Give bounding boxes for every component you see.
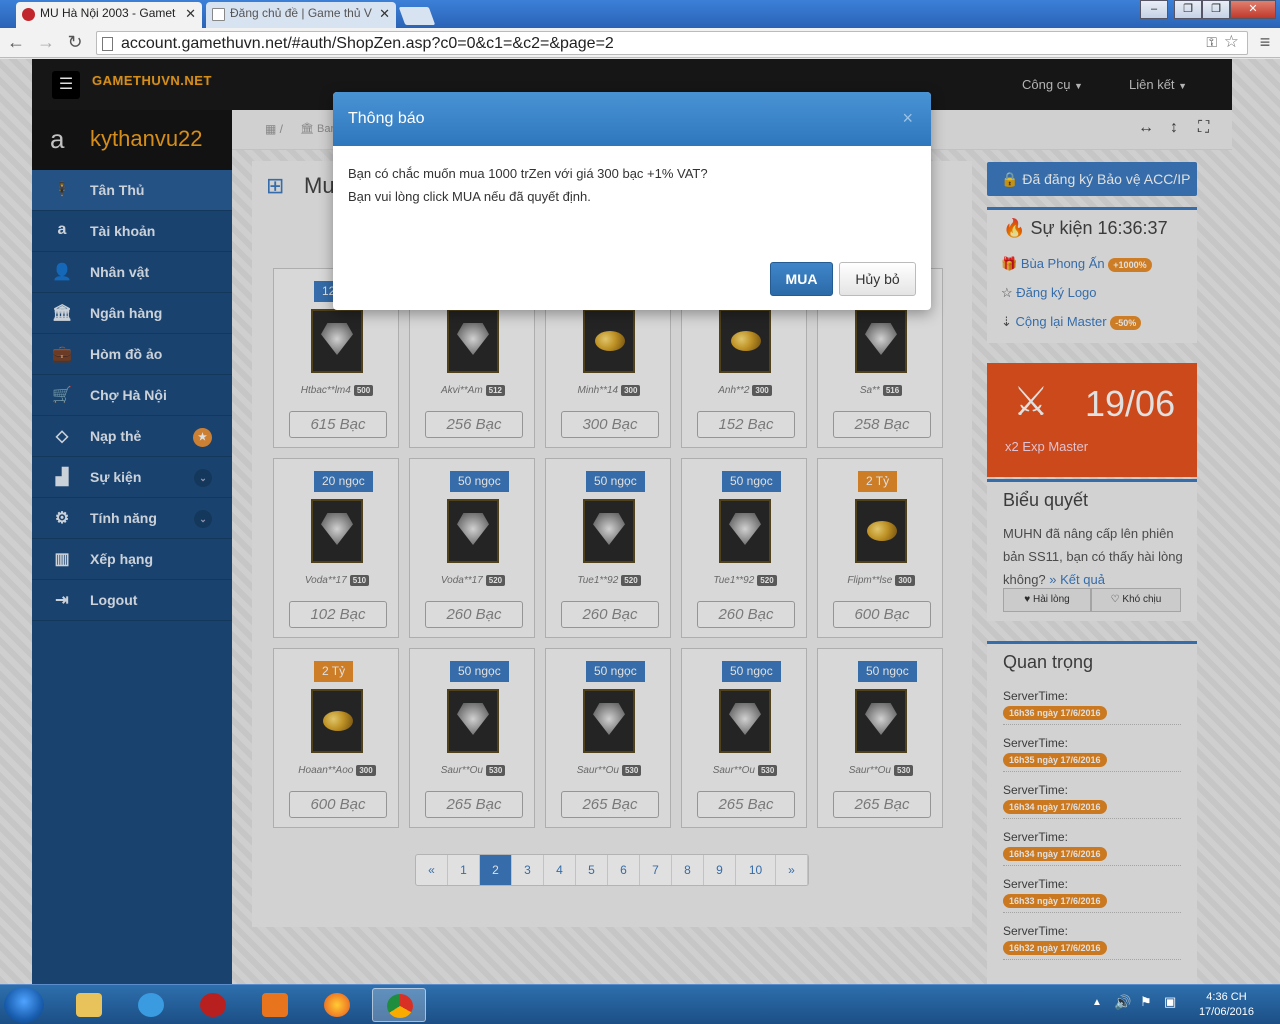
folder-icon xyxy=(76,993,102,1017)
reload-icon[interactable]: ↻ xyxy=(64,31,86,55)
tab-title: MU Hà Nội 2003 - Gamet xyxy=(40,6,176,20)
key-icon[interactable]: ⚿ xyxy=(1206,34,1217,51)
taskbar-firefox[interactable] xyxy=(310,988,364,1022)
address-bar[interactable]: account.gamethuvn.net/#auth/ShopZen.asp?… xyxy=(96,31,1248,55)
tab-title: Đăng chủ đề | Game thủ V xyxy=(230,6,372,20)
media-player-icon xyxy=(262,993,288,1017)
close-window-button[interactable]: ✕ xyxy=(1230,0,1276,19)
modal-body: Bạn có chắc muốn mua 1000 trZen với giá … xyxy=(348,162,708,208)
modal-header: Thông báo × xyxy=(333,92,931,146)
clock-time: 4:36 CH xyxy=(1206,991,1247,1003)
browser-toolbar: ← → ↻ account.gamethuvn.net/#auth/ShopZe… xyxy=(0,28,1280,58)
back-icon[interactable]: ← xyxy=(5,31,27,55)
taskbar-media[interactable] xyxy=(248,988,302,1022)
firefox-icon xyxy=(324,993,350,1017)
browser-tab-strip: MU Hà Nội 2003 - Gamet ✕ Đăng chủ đề | G… xyxy=(0,0,1280,28)
start-button[interactable] xyxy=(4,987,44,1023)
windows-taskbar: ▲ 🔊 ⚑ ▣ 4:36 CH 17/06/2016 xyxy=(0,984,1280,1024)
taskbar-clock[interactable]: 4:36 CH 17/06/2016 xyxy=(1199,990,1254,1020)
menu-icon[interactable]: ≡ xyxy=(1254,31,1276,55)
chrome-icon xyxy=(387,994,413,1018)
minimize-button[interactable]: – xyxy=(1140,0,1168,19)
volume-icon[interactable]: 🔊 xyxy=(1114,994,1131,1011)
bookmark-star-icon[interactable]: ☆ xyxy=(1224,32,1239,52)
mu-game-icon xyxy=(200,993,226,1017)
internet-explorer-icon xyxy=(138,993,164,1017)
taskbar-chrome[interactable] xyxy=(372,988,426,1022)
modal-message-line2: Bạn vui lòng click MUA nếu đã quyết định… xyxy=(348,189,591,204)
tray-arrow-icon[interactable]: ▲ xyxy=(1092,997,1102,1008)
confirm-modal: Thông báo × Bạn có chắc muốn mua 1000 tr… xyxy=(333,92,931,310)
url-text: account.gamethuvn.net/#auth/ShopZen.asp?… xyxy=(121,35,614,52)
flag-icon[interactable]: ⚑ xyxy=(1140,994,1152,1010)
modal-title: Thông báo xyxy=(348,110,425,127)
taskbar-ie[interactable] xyxy=(124,988,178,1022)
page-icon xyxy=(102,37,113,51)
close-tab-icon[interactable]: ✕ xyxy=(379,6,390,22)
modal-message-line1: Bạn có chắc muốn mua 1000 trZen với giá … xyxy=(348,166,708,181)
clock-date: 17/06/2016 xyxy=(1198,1006,1254,1018)
close-icon[interactable]: × xyxy=(902,108,913,129)
new-tab-button[interactable] xyxy=(398,7,436,25)
buy-button[interactable]: MUA xyxy=(770,262,833,296)
browser-tab-active[interactable]: MU Hà Nội 2003 - Gamet ✕ xyxy=(16,2,202,28)
cancel-button[interactable]: Hủy bỏ xyxy=(839,262,916,296)
taskbar-mu[interactable] xyxy=(186,988,240,1022)
close-tab-icon[interactable]: ✕ xyxy=(185,6,196,22)
page-favicon-icon xyxy=(212,8,225,21)
mu-favicon-icon xyxy=(22,8,35,21)
maximize-button[interactable]: ❐ xyxy=(1202,0,1230,19)
taskbar-explorer[interactable] xyxy=(62,988,116,1022)
forward-icon[interactable]: → xyxy=(35,31,57,55)
network-icon[interactable]: ▣ xyxy=(1164,994,1176,1010)
browser-tab[interactable]: Đăng chủ đề | Game thủ V ✕ xyxy=(206,2,396,28)
user-button[interactable]: ❐ xyxy=(1174,0,1202,19)
